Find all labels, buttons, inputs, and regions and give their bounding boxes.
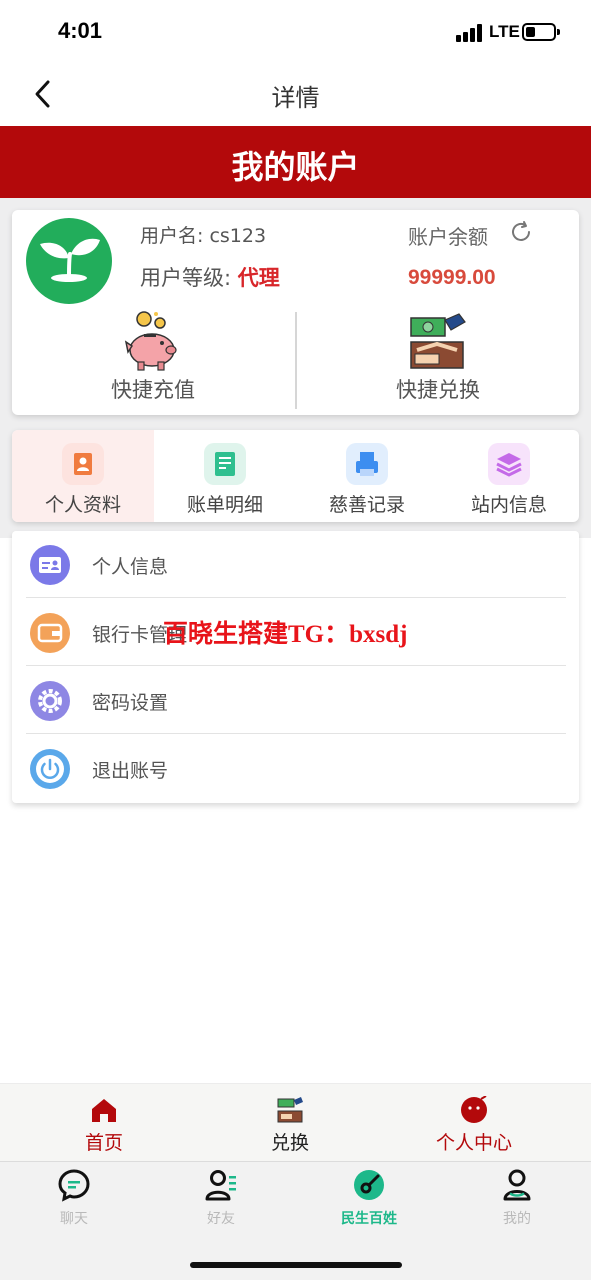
balance-value: 99999.00 [408,266,496,289]
tab-label: 慈善记录 [328,494,405,516]
divider [26,665,566,666]
compass-icon [354,1170,384,1200]
header-title: 我的账户 [231,148,360,186]
sys-tab-label: 民生百姓 [341,1211,397,1227]
sys-tab-friends[interactable]: 好友 [166,1168,276,1228]
user-level-label: 用户等级: [140,266,232,290]
nav-exchange-label: 兑换 [270,1132,309,1154]
gear-icon [30,681,70,721]
list-item-label: 退出账号 [92,760,169,782]
sys-tab-label: 聊天 [60,1211,88,1227]
settings-list: 个人信息 银行卡管理 密码设置 退出账号 [12,531,579,803]
nav-bar: 详情 [0,62,591,126]
sys-tab-label: 我的 [503,1211,531,1227]
tab-label: 站内信息 [470,494,547,516]
list-item-label: 密码设置 [92,692,169,714]
divider [26,733,566,734]
signal-icon [456,24,484,42]
list-item-label: 个人信息 [92,556,169,578]
me-icon [503,1169,531,1201]
sys-tab-minsheng[interactable]: 民生百姓 [314,1168,424,1228]
status-time: 4:01 [58,18,103,43]
id-card-icon [30,545,70,585]
list-item-password[interactable]: 密码设置 [24,667,566,735]
nav-home[interactable]: 首页 [34,1096,174,1155]
divider [295,312,297,409]
chat-icon [58,1169,90,1202]
user-level: 用户等级: 代理 [140,262,280,292]
list-item-logout[interactable]: 退出账号 [24,735,566,803]
nav-home-label: 首页 [84,1132,123,1154]
power-icon [30,749,70,789]
friends-icon [205,1170,236,1201]
nav-personal-center[interactable]: 个人中心 [404,1096,544,1155]
piggy-bank-icon [124,311,177,371]
money-exchange-icon [410,313,466,369]
avatar [26,218,112,304]
printer-icon [346,443,388,485]
home-icon [92,1099,116,1122]
divider [26,597,566,598]
quick-exchange-label: 快捷兑换 [396,378,480,402]
refresh-icon [512,221,530,241]
nav-exchange[interactable]: 兑换 [220,1096,360,1155]
list-item-personal-info[interactable]: 个人信息 [24,531,566,599]
tab-label: 账单明细 [186,494,263,516]
user-face-icon [461,1096,487,1123]
sys-tab-label: 好友 [207,1211,235,1227]
quick-exchange-button[interactable]: 快捷兑换 [338,310,538,410]
tab-label: 个人资料 [44,494,121,516]
tab-messages[interactable]: 站内信息 [438,430,579,522]
user-level-value: 代理 [237,266,280,290]
exchange-icon [277,1097,303,1123]
network-type: LTE [489,22,520,41]
tab-charity[interactable]: 慈善记录 [296,430,438,522]
balance-label: 账户余额 [408,225,488,249]
tab-profile[interactable]: 个人资料 [12,430,154,522]
status-bar: 4:01 LTE [0,0,591,62]
battery-icon [522,23,560,41]
quick-recharge-button[interactable]: 快捷充值 [53,310,253,410]
sys-tab-me[interactable]: 我的 [462,1168,572,1228]
profile-tabs: 个人资料 账单明细 慈善记录 站内信息 [12,430,579,522]
sys-tab-chat[interactable]: 聊天 [19,1168,129,1228]
refresh-button[interactable] [509,220,533,244]
account-card: 用户名: cs123 用户等级: 代理 账户余额 99999.00 快捷充值 快… [12,210,579,415]
nav-personal-center-label: 个人中心 [435,1132,512,1154]
home-indicator[interactable] [190,1262,402,1268]
app-bottom-nav: 首页 兑换 个人中心 [0,1083,591,1161]
account-header: 我的账户 [0,126,591,198]
page-title: 详情 [271,84,320,112]
wallet-icon [30,613,70,653]
watermark-text: 百晓生搭建TG：bxsdj [163,621,408,648]
layers-icon [488,443,530,485]
sprout-icon [40,238,100,282]
profile-card-icon [62,443,104,485]
quick-recharge-label: 快捷充值 [111,378,195,402]
bill-icon [204,443,246,485]
username: 用户名: cs123 [140,225,267,247]
tab-bills[interactable]: 账单明细 [154,430,296,522]
